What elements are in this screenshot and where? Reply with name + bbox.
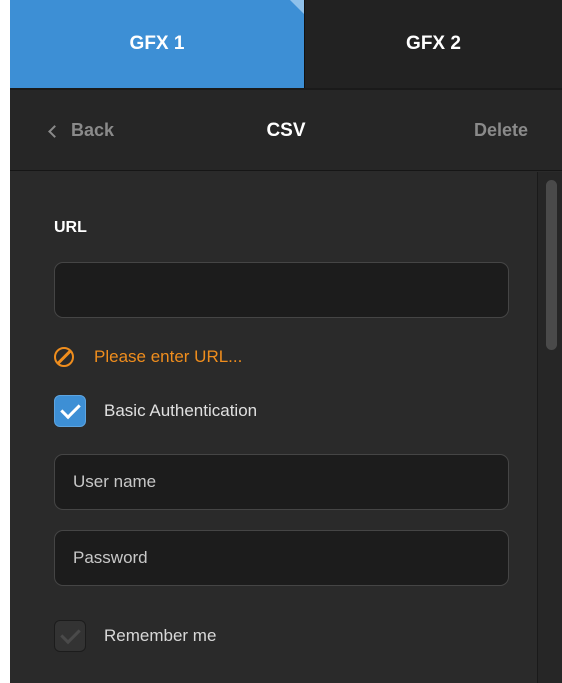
scrollbar-thumb[interactable] (546, 180, 557, 350)
back-button-label: Back (71, 120, 115, 140)
header-bar: Back CSV Delete (10, 90, 562, 171)
url-label: URL (54, 219, 87, 236)
url-error-message: Please enter URL... (54, 342, 242, 372)
vertical-scrollbar[interactable] (537, 172, 562, 683)
basic-auth-row: Basic Authentication (54, 394, 257, 428)
url-error-text: Please enter URL... (94, 347, 243, 366)
remember-me-label[interactable]: Remember me (104, 626, 216, 646)
chevron-left-icon (48, 124, 61, 138)
url-input[interactable] (54, 262, 509, 318)
gfx-tabs: GFX 1 GFX 2 (10, 0, 562, 88)
tab-gfx-2[interactable]: GFX 2 (304, 0, 562, 88)
prohibited-icon (54, 347, 74, 367)
password-input[interactable] (54, 530, 509, 586)
remember-me-checkbox[interactable] (54, 620, 86, 652)
delete-button[interactable]: Delete (474, 90, 528, 171)
form-content: URL Please enter URL... Basic Authentica… (10, 172, 537, 683)
back-button[interactable]: Back (48, 90, 115, 171)
checkmark-icon (59, 398, 81, 420)
remember-me-row: Remember me (54, 619, 216, 653)
checkmark-icon (59, 623, 81, 645)
basic-auth-checkbox[interactable] (54, 395, 86, 427)
tab-gfx-1-label: GFX 1 (129, 33, 185, 54)
tab-gfx-2-label: GFX 2 (406, 33, 461, 54)
csv-settings-panel: GFX 1 GFX 2 Back CSV Delete URL Please e… (10, 0, 562, 683)
basic-auth-label[interactable]: Basic Authentication (104, 401, 257, 421)
tab-gfx-1[interactable]: GFX 1 (10, 0, 304, 88)
username-input[interactable] (54, 454, 509, 510)
